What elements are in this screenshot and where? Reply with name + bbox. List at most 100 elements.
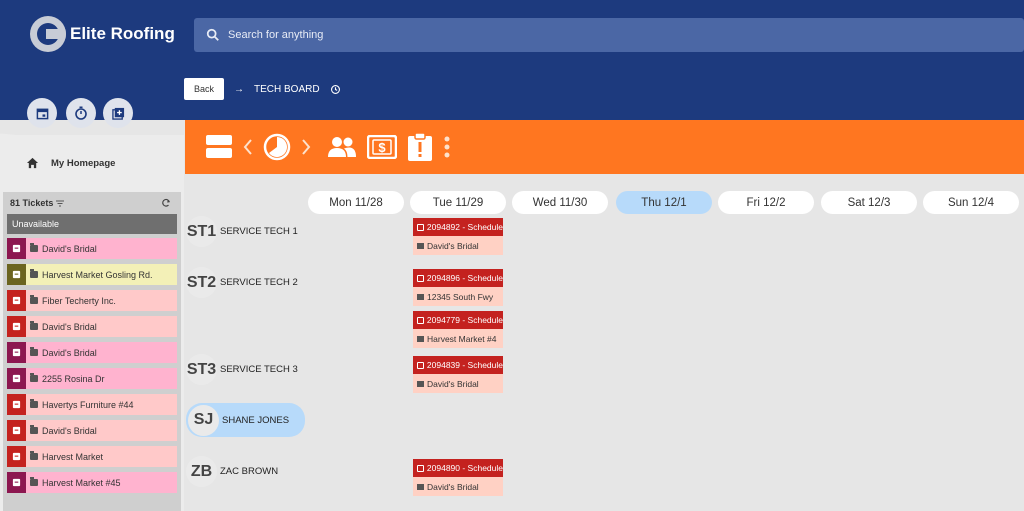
day-header[interactable]: Sun 12/4 (923, 191, 1019, 214)
ticket-type-icon (7, 420, 26, 441)
job-location-label: David's Bridal (427, 378, 479, 389)
ticket-label: David's Bridal (42, 321, 97, 332)
breadcrumb-current: TECH BOARD (254, 83, 320, 95)
job-card-location: Harvest Market #4 (413, 329, 503, 348)
ticket-type-icon (7, 472, 26, 493)
ticket-row[interactable]: David's Bridal (7, 238, 177, 259)
refresh-icon[interactable] (161, 198, 171, 208)
day-header[interactable]: Fri 12/2 (718, 191, 814, 214)
ticket-list-header: 81 Tickets (3, 192, 181, 214)
day-header[interactable]: Mon 11/28 (308, 191, 404, 214)
job-card-location: David's Bridal (413, 236, 503, 255)
folder-icon (30, 243, 38, 252)
ticket-label: Fiber Techerty Inc. (42, 295, 116, 306)
technician-avatar: ST2 (186, 267, 217, 298)
ticket-row[interactable]: Harvest Market (7, 446, 177, 467)
job-card[interactable]: 2094896 - Schedule 12345 South Fwy (413, 269, 503, 306)
ticket-row[interactable]: Harvest Market Gosling Rd. (7, 264, 177, 285)
job-card[interactable]: 2094839 - Schedule David's Bridal (413, 356, 503, 393)
ticket-label: Havertys Furniture #44 (42, 399, 134, 410)
day-header[interactable]: Thu 12/1 (616, 191, 712, 214)
day-header[interactable]: Wed 11/30 (512, 191, 608, 214)
search-bar[interactable]: Search for anything (194, 18, 1024, 52)
chevron-right-icon (302, 139, 311, 155)
ticket-type-icon (7, 316, 26, 337)
job-card[interactable]: 2094892 - Schedule David's Bridal (413, 218, 503, 255)
board-toolbar: $ (185, 120, 1024, 174)
job-number: 2094892 - Schedule (426, 222, 503, 232)
job-location-label: Harvest Market #4 (427, 333, 497, 344)
job-number: 2094839 - Schedule (426, 360, 503, 370)
calendar-icon (417, 223, 424, 231)
ticket-label: 2255 Rosina Dr (42, 373, 105, 384)
previous-button[interactable] (243, 138, 253, 156)
day-header[interactable]: Tue 11/29 (410, 191, 506, 214)
ticket-label: David's Bridal (42, 243, 97, 254)
technician-row[interactable]: ST2 SERVICE TECH 2 (186, 267, 298, 298)
technician-row[interactable]: ST1 SERVICE TECH 1 (186, 216, 298, 247)
ticket-row[interactable]: Harvest Market #45 (7, 472, 177, 493)
technician-row[interactable]: ST3 SERVICE TECH 3 (186, 354, 298, 385)
job-number: 2094896 - Schedule (426, 273, 503, 283)
billing-button[interactable]: $ (367, 135, 397, 159)
job-location-label: David's Bridal (427, 481, 479, 492)
ticket-row[interactable]: David's Bridal (7, 420, 177, 441)
board-view-button[interactable] (205, 134, 233, 160)
next-button[interactable] (301, 138, 311, 156)
history-icon[interactable] (330, 84, 341, 95)
day-header[interactable]: Sat 12/3 (821, 191, 917, 214)
chevron-left-icon (243, 139, 252, 155)
technician-row[interactable]: ZB ZAC BROWN (186, 456, 278, 487)
ticket-type-icon (7, 238, 26, 259)
add-box-button[interactable] (103, 98, 133, 128)
app-name: Elite Roofing (70, 24, 175, 43)
search-icon (206, 28, 219, 41)
job-card-header: 2094890 - Schedule (413, 459, 503, 477)
clock-button[interactable] (263, 133, 291, 161)
ticket-row[interactable]: 2255 Rosina Dr (7, 368, 177, 389)
folder-icon (30, 295, 38, 304)
more-options-button[interactable] (443, 135, 451, 159)
team-button[interactable] (327, 136, 357, 158)
ticket-row[interactable]: David's Bridal (7, 316, 177, 337)
home-icon (26, 157, 39, 169)
back-button[interactable]: Back (184, 78, 225, 100)
job-card-location: 12345 South Fwy (413, 287, 503, 306)
ticket-label: Harvest Market (42, 451, 104, 462)
job-card[interactable]: 2094890 - Schedule David's Bridal (413, 459, 503, 496)
job-card[interactable]: 2094779 - Schedule Harvest Market #4 (413, 311, 503, 348)
app-logo[interactable]: Elite Roofing (30, 16, 175, 52)
ticket-row[interactable]: Havertys Furniture #44 (7, 394, 177, 415)
job-card-location: David's Bridal (413, 477, 503, 496)
arrow-right-icon: → (234, 83, 245, 95)
job-card-header: 2094839 - Schedule (413, 356, 503, 374)
job-number: 2094890 - Schedule (426, 463, 503, 473)
calendar-button[interactable] (27, 98, 57, 128)
ticket-row[interactable]: Fiber Techerty Inc. (7, 290, 177, 311)
ticket-type-icon (7, 342, 26, 363)
folder-icon (30, 477, 38, 486)
unavailable-row[interactable]: Unavailable (7, 214, 177, 234)
filter-icon[interactable] (56, 200, 65, 207)
ticket-row[interactable]: David's Bridal (7, 342, 177, 363)
folder-icon (417, 242, 424, 249)
ticket-label: Harvest Market Gosling Rd. (42, 269, 153, 280)
ticket-type-icon (7, 264, 26, 285)
folder-icon (417, 335, 424, 342)
technician-name: SHANE JONES (222, 414, 290, 426)
folder-icon (30, 451, 38, 460)
technician-avatar: SJ (188, 404, 219, 436)
folder-icon (30, 321, 38, 330)
ticket-label: David's Bridal (42, 425, 97, 436)
stopwatch-button[interactable] (66, 98, 96, 128)
alert-button[interactable] (407, 132, 433, 162)
home-link[interactable]: My Homepage (26, 157, 115, 169)
ticket-list: David's Bridal Harvest Market Gosling Rd.… (3, 238, 181, 493)
technician-name: SERVICE TECH 2 (220, 277, 298, 288)
breadcrumb: Back → TECH BOARD (184, 78, 341, 100)
svg-text:$: $ (378, 140, 386, 155)
calendar-icon (417, 361, 424, 369)
job-location-label: David's Bridal (427, 240, 479, 251)
folder-icon (30, 399, 38, 408)
technician-row[interactable]: SJ SHANE JONES (186, 403, 306, 437)
